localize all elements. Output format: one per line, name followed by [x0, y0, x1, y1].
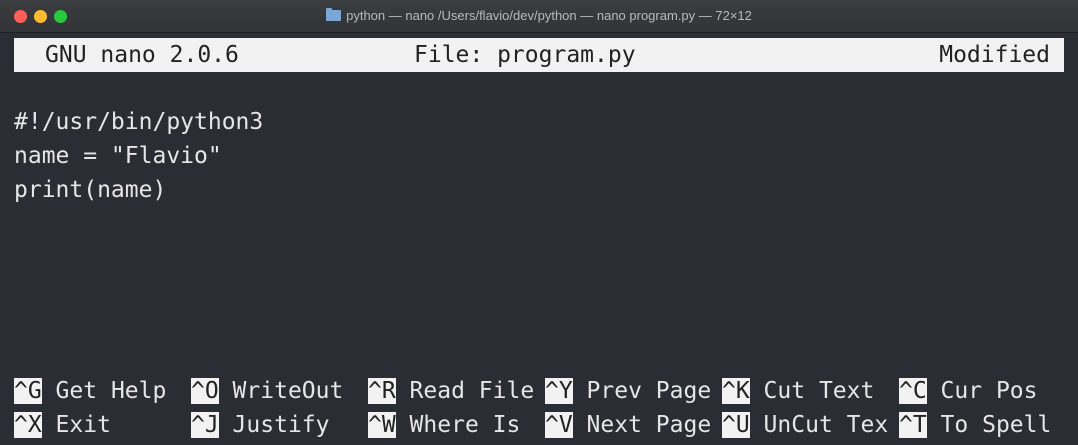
shortcut-label: Get Help: [41, 378, 181, 404]
shortcut-to-spell[interactable]: ^T To Spell: [899, 409, 1051, 441]
shortcut-read-file[interactable]: ^R Read File: [368, 375, 534, 407]
shortcut-uncut-text[interactable]: ^U UnCut Tex: [722, 409, 888, 441]
shortcut-prev-page[interactable]: ^Y Prev Page: [545, 375, 711, 407]
modified-status: Modified: [939, 42, 1050, 68]
shortcut-label: Cur Pos: [926, 378, 1038, 404]
shortcut-key: ^W: [368, 412, 396, 438]
title-bar[interactable]: python — nano /Users/flavio/dev/python —…: [0, 0, 1078, 33]
shortcut-label: Exit: [41, 412, 181, 438]
shortcut-key: ^O: [191, 378, 219, 404]
file-name: File: program.py: [414, 42, 636, 68]
shortcut-key: ^K: [722, 378, 750, 404]
shortcut-label: UnCut Tex: [749, 412, 889, 438]
shortcut-where-is[interactable]: ^W Where Is: [368, 409, 534, 441]
shortcut-get-help[interactable]: ^G Get Help: [14, 375, 180, 407]
folder-icon: [326, 8, 342, 21]
terminal-window: python — nano /Users/flavio/dev/python —…: [0, 0, 1078, 445]
shortcut-key: ^X: [14, 412, 42, 438]
shortcut-key: ^J: [191, 412, 219, 438]
shortcut-key: ^V: [545, 412, 573, 438]
shortcut-label: Next Page: [572, 412, 712, 438]
shortcut-key: ^R: [368, 378, 396, 404]
shortcut-cut-text[interactable]: ^K Cut Text: [722, 375, 888, 407]
shortcut-key: ^U: [722, 412, 750, 438]
window-title: python — nano /Users/flavio/dev/python —…: [0, 8, 1078, 23]
code-line-3[interactable]: print(name): [14, 174, 166, 206]
shortcut-label: Cut Text: [749, 378, 889, 404]
nano-version: GNU nano 2.0.6: [45, 42, 239, 68]
shortcut-label: To Spell: [926, 412, 1052, 438]
code-line-2[interactable]: name = "Flavio": [14, 140, 222, 172]
shortcut-key: ^Y: [545, 378, 573, 404]
shortcut-label: WriteOut: [218, 378, 358, 404]
shortcut-next-page[interactable]: ^V Next Page: [545, 409, 711, 441]
shortcut-exit[interactable]: ^X Exit: [14, 409, 180, 441]
shortcut-key: ^T: [899, 412, 927, 438]
shortcut-justify[interactable]: ^J Justify: [191, 409, 357, 441]
shortcut-cur-pos[interactable]: ^C Cur Pos: [899, 375, 1037, 407]
shortcut-writeout[interactable]: ^O WriteOut: [191, 375, 357, 407]
shortcut-label: Read File: [395, 378, 535, 404]
shortcut-label: Justify: [218, 412, 358, 438]
code-line-1[interactable]: #!/usr/bin/python3: [14, 106, 263, 138]
shortcut-key: ^C: [899, 378, 927, 404]
shortcut-bar: ^G Get Help ^O WriteOut ^R Read File ^Y …: [14, 375, 1074, 441]
nano-header-bar: GNU nano 2.0.6 File: program.py Modified: [14, 38, 1064, 72]
window-title-text: python — nano /Users/flavio/dev/python —…: [346, 8, 752, 23]
shortcut-label: Where Is: [395, 412, 535, 438]
shortcut-key: ^G: [14, 378, 42, 404]
shortcut-label: Prev Page: [572, 378, 712, 404]
